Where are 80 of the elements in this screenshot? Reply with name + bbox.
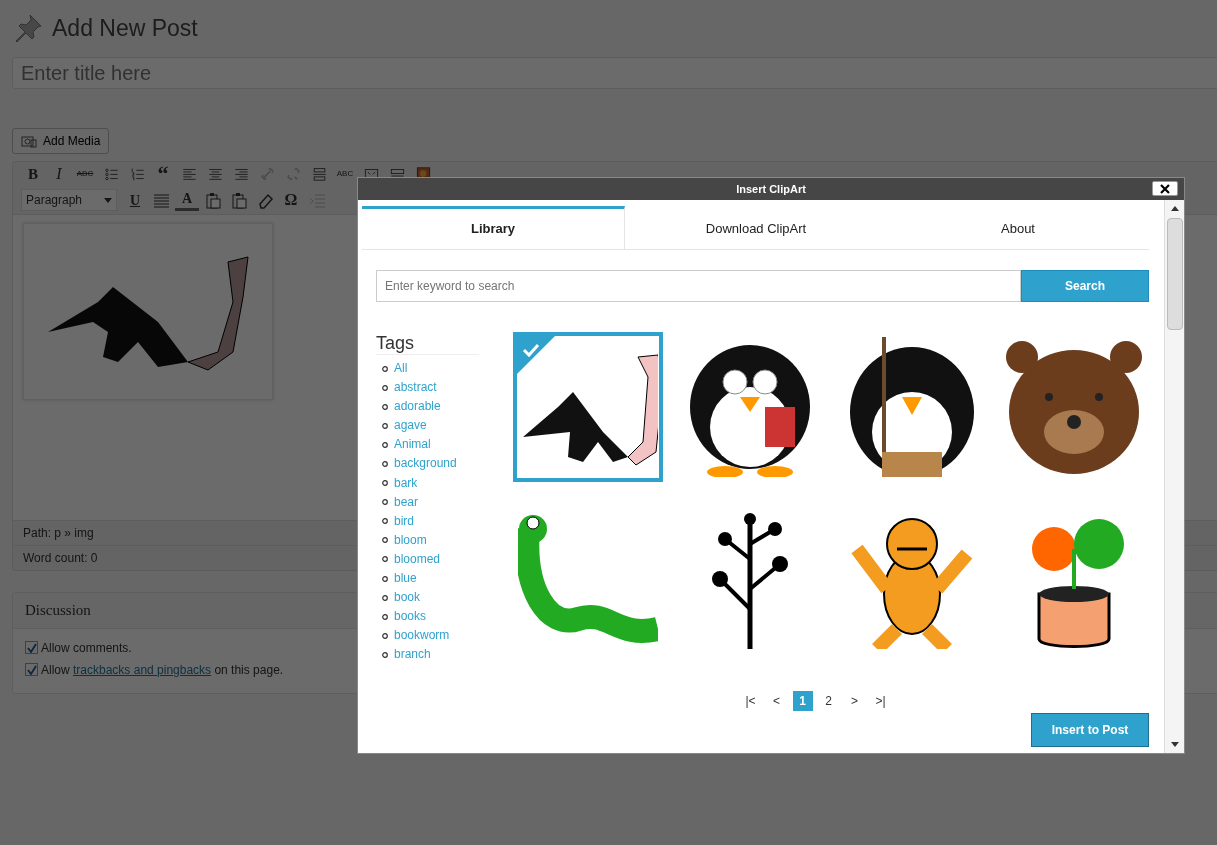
bullet-icon (382, 441, 388, 448)
caret-icon (104, 197, 112, 203)
option-label: Allow trackbacks and pingbacks on this page. (41, 661, 284, 679)
tag-link[interactable]: branch (394, 645, 431, 665)
bullet-icon (382, 537, 388, 544)
eraser-icon (256, 191, 274, 209)
tag-link[interactable]: Animal (394, 435, 431, 455)
bullet-icon (382, 594, 388, 601)
checkbox[interactable] (25, 641, 38, 654)
page-link[interactable]: > (844, 690, 865, 711)
close-icon (1160, 183, 1170, 194)
search-field[interactable]: Enter keyword to search (376, 270, 1021, 302)
checkmark-icon (26, 664, 37, 675)
align-center-icon (207, 167, 223, 181)
scroll-thumb[interactable] (1166, 218, 1183, 330)
align-right-icon (233, 167, 249, 181)
tag-link[interactable]: abstract (394, 378, 437, 398)
bold-button[interactable]: B (21, 166, 45, 182)
tab[interactable]: Library (362, 206, 625, 249)
bullet-icon (382, 384, 388, 391)
italic-button[interactable]: I (47, 166, 71, 182)
tag-link[interactable]: agave (394, 416, 427, 436)
camera-icon (21, 134, 37, 148)
clipboard-icon (230, 191, 248, 209)
add-media-button[interactable]: Add Media (12, 128, 110, 154)
link[interactable]: trackbacks and pingbacks (73, 662, 212, 677)
tag-link[interactable]: blue (394, 569, 417, 589)
text-color-button[interactable]: A (175, 189, 199, 211)
blockquote-button[interactable]: “ (151, 166, 175, 182)
scroll-down-icon[interactable] (1169, 741, 1180, 749)
tag-link[interactable]: bloomed (394, 549, 441, 570)
spellcheck-button[interactable]: ABC (333, 166, 357, 182)
bullet-icon (382, 556, 388, 563)
bullet-icon (382, 632, 388, 639)
bullet-icon (382, 480, 388, 487)
bullet-icon (382, 499, 388, 506)
check-corner-icon (517, 336, 555, 374)
title-field[interactable]: Enter title here (12, 57, 1217, 89)
checkmark-icon (26, 642, 37, 653)
page-link[interactable]: 1 (792, 690, 813, 711)
bullet-icon (382, 365, 388, 372)
page-title: Add New Post (52, 14, 198, 43)
tag-link[interactable]: bookworm (394, 626, 450, 646)
scroll-up-icon[interactable] (1169, 204, 1180, 212)
tags-heading: Tags (376, 332, 479, 355)
bullet-icon (382, 575, 388, 582)
strikethrough-button[interactable]: ABC (73, 166, 97, 182)
numbered-list-icon (129, 167, 145, 181)
bullet-icon (382, 613, 388, 620)
align-left-icon (181, 167, 197, 181)
bullet-icon (382, 518, 388, 525)
tag-link[interactable]: background (394, 454, 457, 474)
bullet-icon (382, 651, 388, 658)
checkbox[interactable] (25, 663, 38, 676)
underline-button[interactable]: U (123, 189, 147, 211)
tag-link[interactable]: adorable (394, 397, 441, 417)
special-character-button[interactable]: Ω (279, 189, 303, 211)
page-link[interactable]: |< (740, 690, 761, 711)
tag-link[interactable]: bear (394, 492, 419, 512)
dialog-title: Insert ClipArt (736, 181, 806, 197)
image-card[interactable] (23, 223, 273, 400)
tag-link[interactable]: bark (394, 473, 418, 493)
scrollbar[interactable] (1164, 200, 1184, 753)
tag-link[interactable]: books (394, 607, 427, 627)
horizontal-rule-icon (311, 167, 327, 181)
bullet-icon (382, 422, 388, 429)
search-button[interactable]: Search (1021, 270, 1149, 302)
option-label: Allow comments. (41, 639, 132, 657)
tag-link[interactable]: All (394, 359, 408, 379)
clipboard-icon (204, 191, 222, 209)
page-link[interactable]: < (766, 690, 787, 711)
insert-to-post-button[interactable]: Insert to Post (1031, 712, 1149, 747)
bullet-icon (382, 403, 388, 410)
justify-icon (152, 191, 170, 209)
list-icon (103, 167, 119, 181)
page-link[interactable]: 2 (818, 690, 839, 711)
page-link[interactable]: >| (870, 690, 891, 711)
bullet-icon (382, 461, 388, 467)
format-dropdown[interactable]: Paragraph (21, 189, 117, 211)
close-button[interactable] (1152, 181, 1178, 196)
